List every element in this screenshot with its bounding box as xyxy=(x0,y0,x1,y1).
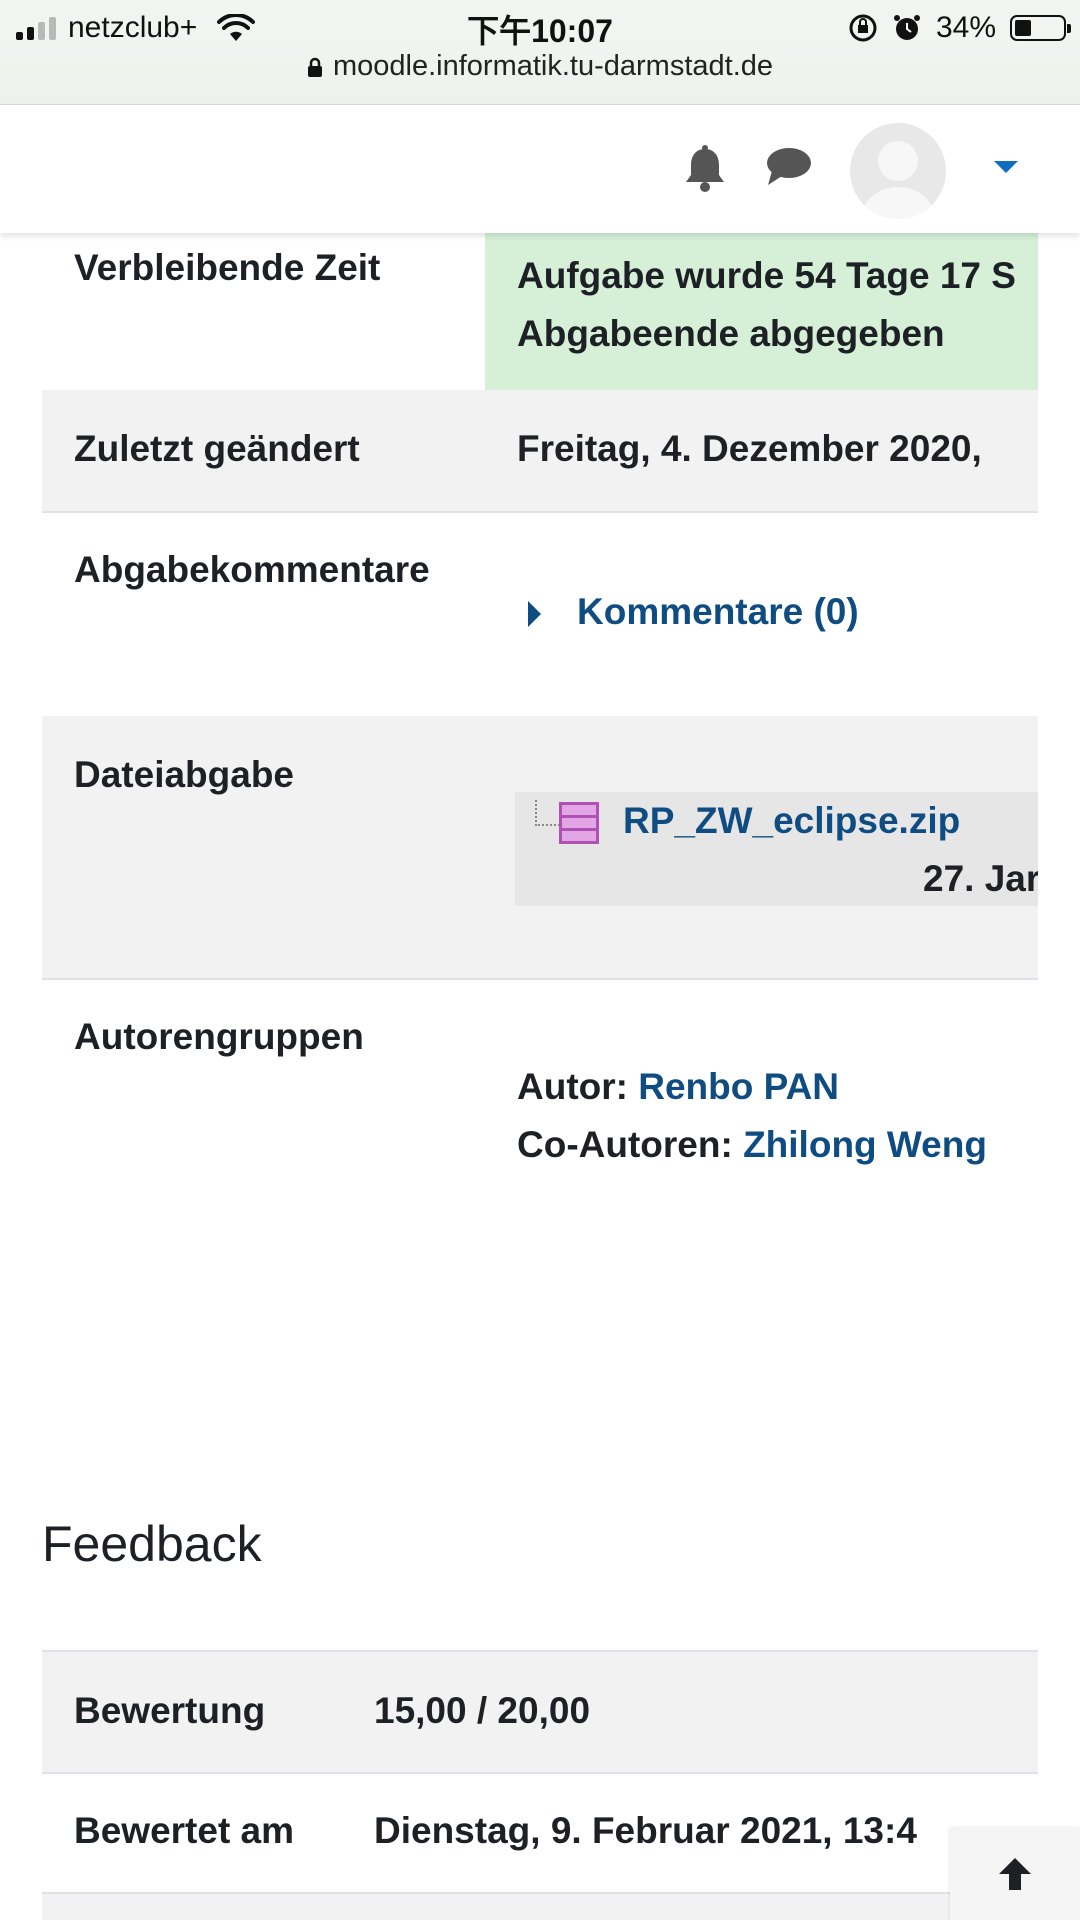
comments-link[interactable]: Kommentare (0) xyxy=(528,591,859,633)
file-tree: RP_ZW_eclipse.zip 27. Jar xyxy=(515,792,1038,906)
top-navbar xyxy=(0,105,1080,233)
feedback-heading: Feedback xyxy=(42,1516,262,1572)
author-link[interactable]: Renbo PAN xyxy=(638,1066,839,1107)
row-file-submission: Dateiabgabe RP_ZW_eclipse.zip 27. Jar xyxy=(42,716,1038,980)
comments-link-text: Kommentare (0) xyxy=(577,591,859,632)
lock-icon xyxy=(307,57,322,77)
url-text: moodle.informatik.tu-darmstadt.de xyxy=(332,50,774,82)
author-line: Autor: Renbo PAN xyxy=(517,1058,987,1116)
author-groups-label: Autorengruppen xyxy=(74,1016,364,1057)
chat-icon[interactable] xyxy=(764,145,814,191)
main-content: Verbleibende Zeit Aufgabe wurde 54 Tage … xyxy=(42,233,1038,1920)
avatar[interactable] xyxy=(850,123,946,219)
file-date: 27. Jar xyxy=(923,858,1038,899)
chevron-down-icon[interactable] xyxy=(994,161,1018,173)
author-prefix: Autor: xyxy=(517,1066,628,1107)
caret-right-icon xyxy=(528,601,541,628)
orientation-lock-icon xyxy=(849,14,877,42)
coauthor-prefix: Co-Autoren: xyxy=(517,1124,733,1165)
row-next xyxy=(42,1894,1038,1920)
grade-label: Bewertung xyxy=(74,1690,266,1731)
row-graded-on: Bewertet am Dienstag, 9. Februar 2021, 1… xyxy=(42,1772,1038,1894)
arrow-up-icon xyxy=(999,1858,1031,1890)
row-comments: Abgabekommentare Kommentare (0) xyxy=(42,511,1038,718)
battery-nub xyxy=(1067,24,1071,33)
coauthor-line: Co-Autoren: Zhilong Weng xyxy=(517,1116,987,1174)
author-groups-value: Autor: Renbo PAN Co-Autoren: Zhilong Wen… xyxy=(517,1058,987,1174)
back-to-top-button[interactable] xyxy=(950,1828,1080,1920)
comments-label: Abgabekommentare xyxy=(74,549,430,590)
remaining-time-line2: Abgabeende abgegeben xyxy=(517,313,945,354)
alarm-icon xyxy=(893,15,920,40)
status-bar: netzclub+ 下午10:07 34% moodle.informatik.… xyxy=(0,0,1080,105)
battery-percent: 34% xyxy=(935,11,996,44)
battery-level-fill xyxy=(1015,20,1031,36)
graded-on-label: Bewertet am xyxy=(74,1810,295,1851)
user-icon xyxy=(862,141,934,219)
row-grade: Bewertung 15,00 / 20,00 xyxy=(42,1650,1038,1774)
remaining-time-value: Aufgabe wurde 54 Tage 17 S Abgabeende ab… xyxy=(517,247,1016,363)
row-last-modified: Zuletzt geändert Freitag, 4. Dezember 20… xyxy=(42,390,1038,513)
last-modified-label: Zuletzt geändert xyxy=(74,428,360,469)
remaining-time-label: Verbleibende Zeit xyxy=(74,247,381,288)
coauthor-link[interactable]: Zhilong Weng xyxy=(743,1124,987,1165)
row-author-groups: Autorengruppen Autor: Renbo PAN Co-Autor… xyxy=(42,978,1038,1218)
file-link[interactable]: RP_ZW_eclipse.zip xyxy=(623,800,960,842)
graded-on-value: Dienstag, 9. Februar 2021, 13:4 xyxy=(374,1810,917,1851)
grade-value: 15,00 / 20,00 xyxy=(374,1690,591,1731)
status-right: 34% xyxy=(848,8,1071,48)
battery-icon xyxy=(1010,15,1071,41)
remaining-time-line1: Aufgabe wurde 54 Tage 17 S xyxy=(517,255,1016,296)
row-remaining-time: Verbleibende Zeit Aufgabe wurde 54 Tage … xyxy=(42,233,1038,392)
archive-file-icon xyxy=(559,802,599,844)
address-bar[interactable]: moodle.informatik.tu-darmstadt.de xyxy=(0,50,1080,83)
file-submission-label: Dateiabgabe xyxy=(74,754,295,795)
bell-icon[interactable] xyxy=(682,145,728,193)
last-modified-value: Freitag, 4. Dezember 2020, xyxy=(517,428,982,469)
